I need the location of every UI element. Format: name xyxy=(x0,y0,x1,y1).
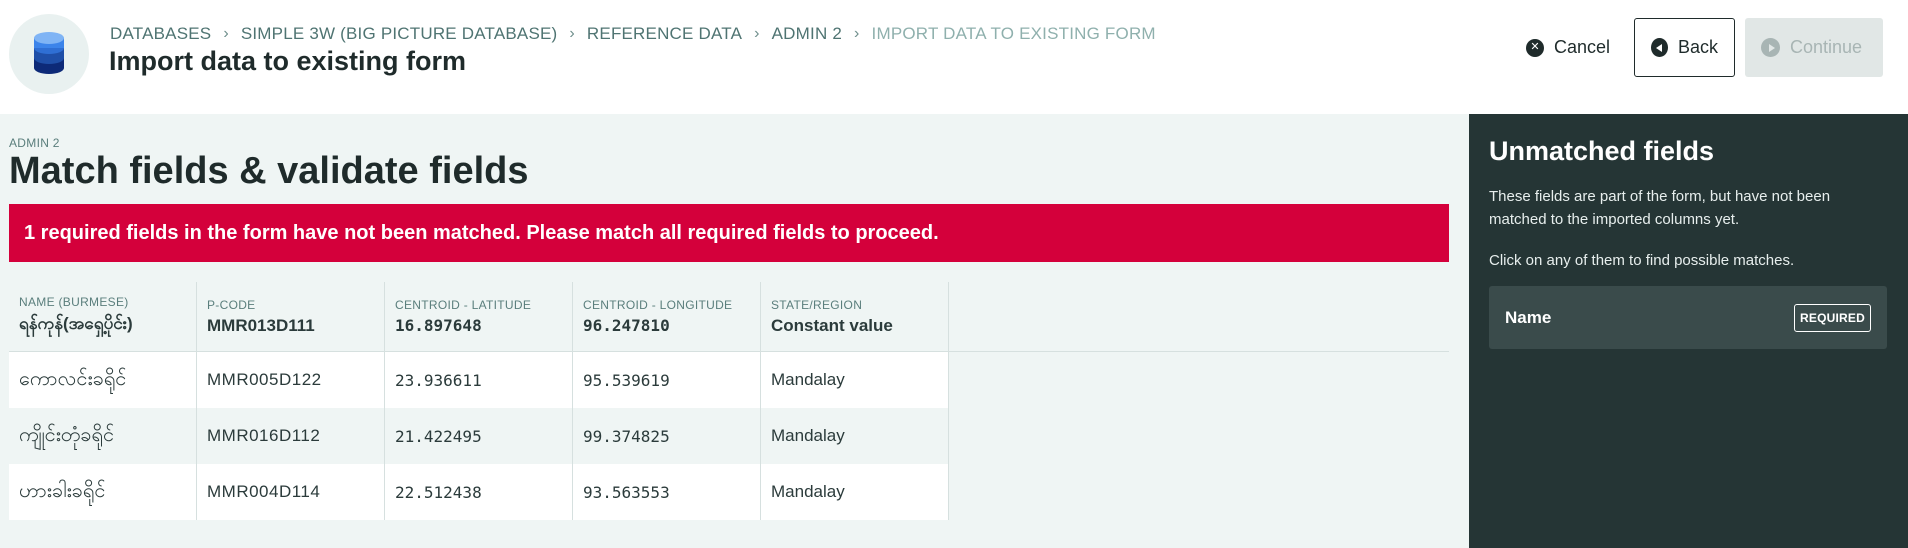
database-icon xyxy=(9,14,89,94)
unmatched-field-name[interactable]: Name REQUIRED xyxy=(1489,286,1887,349)
column-header[interactable]: State/Region Constant value xyxy=(761,282,949,351)
alert-text: 1 required fields in the form have not b… xyxy=(24,221,939,244)
table-row: ဟားခါးခရိုင် MMR004D114 22.512438 93.563… xyxy=(9,464,1449,520)
column-matched-value: Constant value xyxy=(771,315,893,335)
table-cell: MMR004D114 xyxy=(197,464,385,520)
table-cell: 95.539619 xyxy=(573,352,761,408)
header: Databases › Simple 3W (Big Picture Datab… xyxy=(0,0,1908,114)
column-header[interactable]: Name (Burmese) ရန်ကုန်(အရှေ့ပိုင်း) xyxy=(9,282,197,351)
cell-value: ကောလင်းခရိုင် xyxy=(19,368,127,390)
cell-value: ဟားခါးခရိုင် xyxy=(19,480,106,502)
table-filler xyxy=(949,464,1449,520)
section-title: Match fields & validate fields xyxy=(9,150,529,192)
table-cell: Mandalay xyxy=(761,408,949,464)
cell-value: Mandalay xyxy=(771,426,845,445)
table-cell: 23.936611 xyxy=(385,352,573,408)
cell-value: MMR016D112 xyxy=(207,426,321,445)
table-row: ကျိုင်းတုံခရိုင် MMR016D112 21.422495 99… xyxy=(9,408,1449,464)
column-label: Centroid - Latitude xyxy=(395,298,532,312)
table-cell: 99.374825 xyxy=(573,408,761,464)
column-header[interactable]: Centroid - Longitude 96.247810 xyxy=(573,282,761,351)
panel-description: These fields are part of the form, but h… xyxy=(1489,188,1831,228)
table-filler xyxy=(949,352,1449,408)
column-matched-value: 96.247810 xyxy=(583,316,670,335)
cancel-button[interactable]: ✕ Cancel xyxy=(1512,19,1624,77)
column-label: Centroid - Longitude xyxy=(583,298,733,312)
form-eyebrow: Admin 2 xyxy=(9,136,60,150)
cell-value: MMR005D122 xyxy=(207,370,322,389)
panel-hint: Click on any of them to find possible ma… xyxy=(1489,252,1795,269)
cell-value: 99.374825 xyxy=(583,426,670,446)
column-header[interactable]: P-Code MMR013D111 xyxy=(197,282,385,351)
error-alert: 1 required fields in the form have not b… xyxy=(9,204,1449,262)
chevron-right-icon: › xyxy=(569,25,575,42)
table-cell: MMR005D122 xyxy=(197,352,385,408)
cell-value: 95.539619 xyxy=(583,370,670,390)
column-matched-value: ရန်ကုန်(အရှေ့ပိုင်း) xyxy=(19,314,133,333)
table-cell: Mandalay xyxy=(761,464,949,520)
table-cell: 21.422495 xyxy=(385,408,573,464)
table-filler xyxy=(949,282,1449,351)
breadcrumb-databases[interactable]: Databases xyxy=(110,24,211,44)
breadcrumb-folder[interactable]: Reference Data xyxy=(587,24,742,44)
table-header: Name (Burmese) ရန်ကုန်(အရှေ့ပိုင်း) P-Co… xyxy=(9,282,1449,352)
table-cell: Mandalay xyxy=(761,352,949,408)
table-cell: MMR016D112 xyxy=(197,408,385,464)
column-label: State/Region xyxy=(771,297,863,312)
column-matched-value: 16.897648 xyxy=(395,316,482,335)
page-title: Import data to existing form xyxy=(109,46,467,76)
column-label: P-Code xyxy=(207,297,256,312)
cell-value: Mandalay xyxy=(771,482,845,501)
header-actions: ✕ Cancel Back Continue xyxy=(1512,18,1883,77)
cell-value: ကျိုင်းတုံခရိုင် xyxy=(19,424,115,446)
main-content: Admin 2 Match fields & validate fields 1… xyxy=(0,114,1469,548)
continue-button[interactable]: Continue xyxy=(1745,18,1883,77)
table-filler xyxy=(949,408,1449,464)
fields-table: Name (Burmese) ရန်ကုန်(အရှေ့ပိုင်း) P-Co… xyxy=(9,282,1449,520)
breadcrumb-database[interactable]: Simple 3W (Big Picture Database) xyxy=(241,24,558,44)
panel-title: Unmatched fields xyxy=(1489,136,1715,166)
cell-value: Mandalay xyxy=(771,370,845,389)
chevron-right-icon: › xyxy=(854,25,860,42)
table-row: ကောလင်းခရိုင် MMR005D122 23.936611 95.53… xyxy=(9,352,1449,408)
continue-label: Continue xyxy=(1790,37,1863,57)
field-name-label: Name xyxy=(1505,307,1552,327)
cell-value: 23.936611 xyxy=(395,370,482,390)
back-button[interactable]: Back xyxy=(1634,18,1735,77)
table-cell: 22.512438 xyxy=(385,464,573,520)
column-matched-value: MMR013D111 xyxy=(207,315,315,335)
required-badge: REQUIRED xyxy=(1794,303,1871,332)
breadcrumb: Databases › Simple 3W (Big Picture Datab… xyxy=(110,24,1156,44)
table-cell: 93.563553 xyxy=(573,464,761,520)
table-cell: ကျိုင်းတုံခရိုင် xyxy=(9,408,197,464)
chevron-right-icon: › xyxy=(223,25,229,42)
cancel-label: Cancel xyxy=(1553,37,1610,57)
table-cell: ဟားခါးခရိုင် xyxy=(9,464,197,520)
cell-value: 22.512438 xyxy=(395,482,482,502)
back-label: Back xyxy=(1677,37,1718,57)
back-arrow-icon xyxy=(1651,38,1668,57)
unmatched-fields-panel: Unmatched fields These fields are part o… xyxy=(1469,114,1908,548)
cell-value: MMR004D114 xyxy=(207,482,321,501)
column-label: Name (Burmese) xyxy=(19,295,129,309)
breadcrumb-form[interactable]: Admin 2 xyxy=(772,24,842,44)
breadcrumb-current: Import data to existing form xyxy=(871,24,1156,43)
table-cell: ကောလင်းခရိုင် xyxy=(9,352,197,408)
column-header[interactable]: Centroid - Latitude 16.897648 xyxy=(385,282,573,351)
forward-arrow-icon xyxy=(1761,38,1780,57)
cell-value: 93.563553 xyxy=(583,482,670,502)
cell-value: 21.422495 xyxy=(395,426,482,446)
chevron-right-icon: › xyxy=(754,25,760,42)
close-circle-icon: ✕ xyxy=(1525,38,1544,57)
